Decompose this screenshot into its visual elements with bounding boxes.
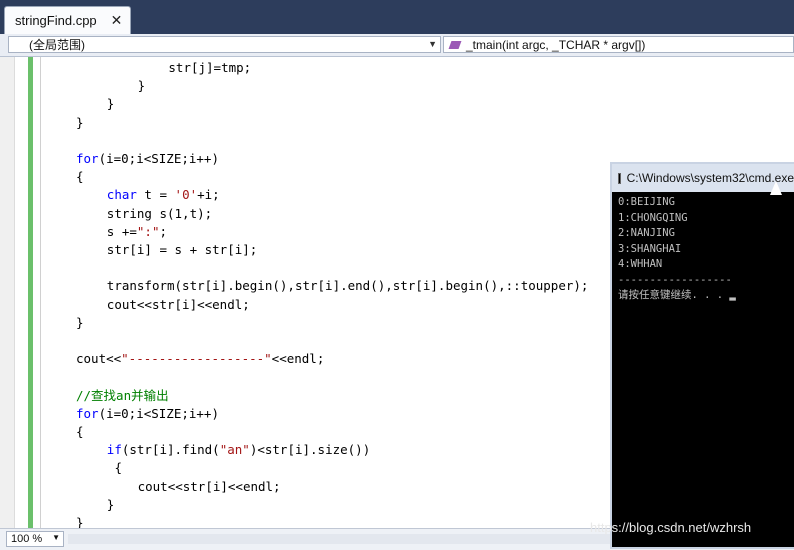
mouse-cursor-icon [770, 181, 782, 195]
code-text: { [76, 169, 84, 185]
zoom-level: 100 % [11, 533, 43, 545]
code-text: transform(str[i].begin(),str[i].end(),st… [106, 278, 589, 294]
console-window[interactable]: C:\Windows\system32\cmd.exe 0:BEIJING 1:C… [610, 162, 794, 549]
code-line[interactable]: transform(str[i].begin(),str[i].end(),st… [107, 277, 589, 295]
code-text: cout<< [76, 351, 122, 367]
tab-stringfind[interactable]: stringFind.cpp ✕ [4, 6, 132, 34]
code-line[interactable]: { [76, 423, 84, 441]
comment: //查找an并输出 [76, 387, 169, 403]
code-line[interactable]: { [76, 168, 84, 186]
outline-margin [40, 57, 41, 528]
watermark: https://blog.csdn.net/wzhrsh [590, 520, 752, 535]
code-line[interactable]: for(i=0;i<SIZE;i++) [76, 405, 219, 423]
code-text: (str[i].find( [121, 442, 220, 458]
chevron-down-icon: ▼ [428, 39, 437, 49]
tab-bar: stringFind.cpp ✕ [0, 0, 794, 34]
string-literal: '0' [174, 187, 198, 203]
function-dropdown[interactable]: _tmain(int argc, _TCHAR * argv[]) [443, 36, 794, 53]
string-literal: ":" [136, 223, 160, 239]
code-text: } [106, 496, 115, 512]
close-icon[interactable]: ✕ [111, 12, 123, 29]
code-line[interactable]: } [138, 77, 146, 95]
code-text: } [106, 96, 115, 112]
function-icon [448, 40, 462, 49]
code-text: } [76, 314, 84, 330]
code-text: )<str[i].size()) [249, 442, 371, 458]
console-icon [618, 172, 621, 184]
keyword: for [76, 405, 99, 421]
code-text: +i; [197, 187, 220, 203]
code-text: string s(1,t); [106, 205, 213, 221]
code-text: str[j]=tmp; [168, 60, 252, 75]
code-line[interactable]: str[i] = s + str[i]; [107, 241, 258, 259]
string-literal: "an" [219, 442, 250, 458]
code-text: str[i] = s + str[i]; [106, 242, 258, 257]
code-line[interactable]: } [76, 114, 84, 132]
tab-filename: stringFind.cpp [15, 13, 97, 28]
keyword: char [106, 187, 137, 203]
navigation-bar: (全局范围) ▼ _tmain(int argc, _TCHAR * argv[… [0, 34, 794, 57]
code-line[interactable]: if(str[i].find("an")<str[i].size()) [107, 441, 370, 459]
change-tracking-bar [28, 57, 33, 528]
code-line[interactable]: } [76, 314, 84, 332]
console-titlebar[interactable]: C:\Windows\system32\cmd.exe [612, 164, 794, 192]
console-line: 请按任意键继续. . . ▂ [618, 289, 736, 301]
code-line[interactable]: //查找an并输出 [76, 387, 169, 405]
code-text: s += [106, 223, 137, 239]
code-line[interactable]: char t = '0'+i; [107, 186, 220, 204]
code-text: cout<<str[i]<<endl; [137, 478, 281, 494]
code-line[interactable]: s +=":"; [107, 223, 167, 241]
code-text: { [76, 424, 84, 439]
code-line[interactable]: string s(1,t); [107, 205, 212, 223]
code-text: cout<<str[i]<<endl; [106, 296, 250, 312]
string-literal: "------------------" [121, 351, 272, 367]
code-text: <<endl; [271, 351, 325, 367]
code-text: t = [136, 187, 175, 203]
code-line[interactable]: cout<<str[i]<<endl; [138, 478, 281, 496]
code-line[interactable]: } [107, 95, 115, 113]
code-text: } [76, 114, 84, 130]
code-text: (i=0;i<SIZE;i++) [98, 405, 219, 421]
console-line: 4:WHHAN [618, 258, 663, 270]
scope-label: (全局范围) [29, 38, 85, 52]
code-line[interactable]: cout<<str[i]<<endl; [107, 296, 250, 314]
code-line[interactable]: } [107, 496, 115, 514]
code-text: } [137, 78, 146, 94]
console-line: 0:BEIJING [618, 196, 675, 208]
console-line: 3:SHANGHAI [618, 242, 682, 255]
code-line[interactable]: for(i=0;i<SIZE;i++) [76, 150, 219, 168]
code-text: (i=0;i<SIZE;i++) [98, 151, 219, 166]
zoom-dropdown[interactable]: 100 % ▼ [6, 531, 64, 547]
keyword: for [76, 151, 99, 166]
console-output: 0:BEIJING 1:CHONGQING 2:NANJING 3:SHANGHAI 4… [612, 192, 794, 307]
code-text: { [114, 460, 123, 476]
keyword: if [106, 442, 122, 458]
console-line: 2:NANJING [618, 227, 675, 239]
code-text: ; [159, 223, 168, 239]
console-line: 1:CHONGQING [618, 211, 688, 224]
code-line[interactable]: str[j]=tmp; [168, 59, 251, 77]
code-line[interactable]: cout<<"------------------"<<endl; [76, 350, 324, 368]
scope-dropdown[interactable]: (全局范围) ▼ [8, 36, 441, 53]
code-line[interactable]: { [115, 459, 123, 477]
function-label: _tmain(int argc, _TCHAR * argv[]) [466, 37, 646, 52]
chevron-down-icon: ▼ [52, 533, 60, 542]
indicator-margin [0, 57, 15, 528]
console-title: C:\Windows\system32\cmd.exe [626, 171, 794, 185]
console-line: ------------------ [618, 273, 732, 286]
